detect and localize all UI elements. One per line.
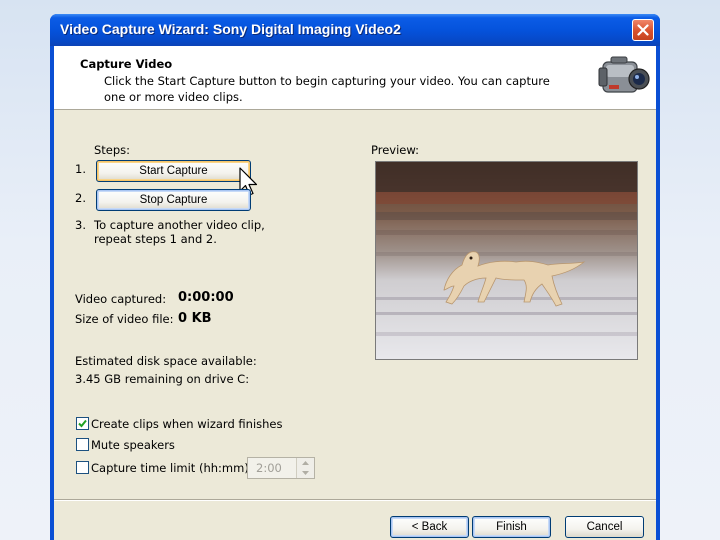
- steps-label: Steps:: [94, 143, 131, 157]
- header-title: Capture Video: [80, 57, 173, 71]
- create-clips-label[interactable]: Create clips when wizard finishes: [91, 417, 282, 431]
- time-limit-value[interactable]: 2:00: [256, 461, 282, 475]
- window-title: Video Capture Wizard: Sony Digital Imagi…: [60, 21, 401, 37]
- capture-time-limit-label[interactable]: Capture time limit (hh:mm):: [91, 461, 253, 475]
- create-clips-checkbox[interactable]: [76, 417, 89, 430]
- video-captured-label: Video captured:: [75, 292, 167, 306]
- spinner-down-icon[interactable]: [297, 468, 314, 478]
- spinner-up-icon[interactable]: [297, 458, 314, 468]
- video-preview: [375, 161, 638, 360]
- close-icon: [637, 24, 649, 36]
- checkmark-icon: [78, 419, 87, 428]
- footer-separator: [54, 499, 656, 501]
- preview-label: Preview:: [371, 143, 420, 157]
- title-bar[interactable]: Video Capture Wizard: Sony Digital Imagi…: [50, 14, 660, 46]
- wizard-header: Capture Video Click the Start Capture bu…: [54, 46, 656, 110]
- cancel-button[interactable]: Cancel: [565, 516, 644, 538]
- step-3-number: 3.: [75, 218, 86, 232]
- close-button[interactable]: [632, 19, 654, 41]
- camcorder-icon: [598, 56, 650, 93]
- disk-space-value: 3.45 GB remaining on drive C:: [75, 372, 250, 386]
- mute-speakers-checkbox[interactable]: [76, 438, 89, 451]
- step-3-line-2: repeat steps 1 and 2.: [94, 232, 217, 246]
- start-capture-button[interactable]: Start Capture: [96, 160, 251, 182]
- capture-time-limit-checkbox[interactable]: [76, 461, 89, 474]
- file-size-label: Size of video file:: [75, 312, 174, 326]
- back-button[interactable]: < Back: [390, 516, 469, 538]
- finish-button[interactable]: Finish: [472, 516, 551, 538]
- step-2-number: 2.: [75, 191, 86, 205]
- mute-speakers-label[interactable]: Mute speakers: [91, 438, 175, 452]
- step-1-number: 1.: [75, 162, 86, 176]
- disk-space-label: Estimated disk space available:: [75, 354, 257, 368]
- spinner-buttons: [296, 458, 314, 478]
- preview-image: [376, 162, 637, 359]
- video-captured-value: 0:00:00: [178, 290, 234, 305]
- time-limit-spinner[interactable]: 2:00: [247, 457, 315, 479]
- header-description: Click the Start Capture button to begin …: [104, 74, 550, 104]
- file-size-value: 0 KB: [178, 311, 212, 326]
- step-3-line-1: To capture another video clip,: [94, 218, 265, 232]
- wizard-window: Video Capture Wizard: Sony Digital Imagi…: [50, 14, 660, 540]
- dialog-body: Capture Video Click the Start Capture bu…: [54, 46, 656, 540]
- stop-capture-button[interactable]: Stop Capture: [96, 189, 251, 211]
